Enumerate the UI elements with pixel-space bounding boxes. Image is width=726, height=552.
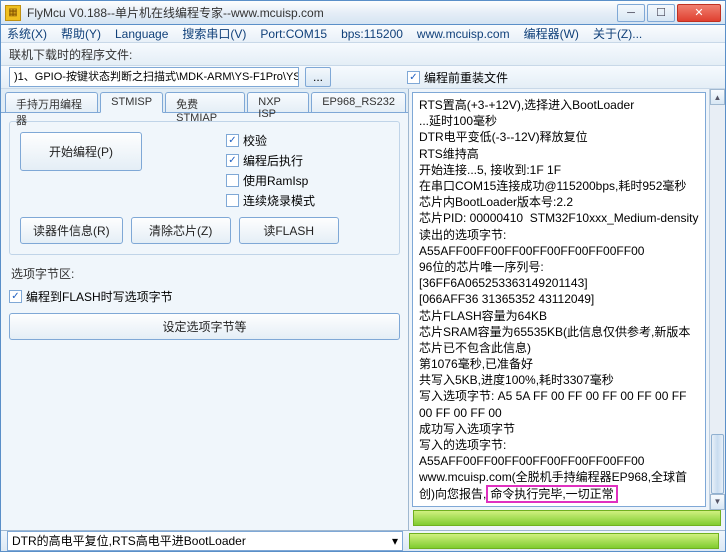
menu-system[interactable]: 系统(X): [7, 25, 47, 42]
verify-label: 校验: [243, 132, 267, 149]
option-bytes-label: 选项字节区:: [11, 265, 398, 282]
scroll-up-button[interactable]: ▲: [710, 89, 725, 105]
progress-bar: [413, 510, 721, 526]
right-pane: RTS置高(+3-+12V),选择进入BootLoader ...延时100毫秒…: [409, 89, 725, 530]
scroll-track[interactable]: [710, 105, 725, 494]
verify-checkbox[interactable]: ✓: [226, 134, 239, 147]
menu-programmer[interactable]: 编程器(W): [524, 25, 579, 42]
log-scrollbar[interactable]: ▲ ▼: [709, 89, 725, 510]
file-path-field[interactable]: )1、GPIO-按键状态判断之扫描式\MDK-ARM\YS-F1Pro\YS-F…: [9, 67, 299, 87]
reset-mode-combo[interactable]: DTR的高电平复位,RTS高电平进BootLoader ▾: [7, 531, 403, 551]
log-output[interactable]: RTS置高(+3-+12V),选择进入BootLoader ...延时100毫秒…: [412, 92, 706, 507]
combo-value: DTR的高电平复位,RTS高电平进BootLoader: [12, 532, 246, 549]
write-option-label: 编程到FLASH时写选项字节: [26, 288, 173, 305]
minimize-button[interactable]: ─: [617, 4, 645, 22]
menu-site[interactable]: www.mcuisp.com: [417, 27, 510, 41]
menubar: 系统(X) 帮助(Y) Language 搜索串口(V) Port:COM15 …: [1, 25, 725, 43]
read-flash-button[interactable]: 读FLASH: [239, 217, 339, 244]
titlebar: ▦ FlyMcu V0.188--单片机在线编程专家--www.mcuisp.c…: [1, 1, 725, 25]
run-after-checkbox[interactable]: ✓: [226, 154, 239, 167]
chevron-down-icon: ▾: [392, 534, 398, 548]
ramisp-label: 使用RamIsp: [243, 172, 308, 189]
erase-button[interactable]: 清除芯片(Z): [131, 217, 231, 244]
menu-search-port[interactable]: 搜索串口(V): [182, 25, 246, 42]
scroll-thumb[interactable]: [711, 434, 724, 494]
tab-nxp[interactable]: NXP ISP: [247, 92, 309, 112]
menu-port[interactable]: Port:COM15: [260, 27, 327, 41]
browse-button[interactable]: ...: [305, 67, 331, 87]
set-option-button[interactable]: 设定选项字节等: [9, 313, 400, 340]
start-program-button[interactable]: 开始编程(P): [20, 132, 142, 171]
ramisp-checkbox[interactable]: [226, 174, 239, 187]
log-highlight: 命令执行完毕,一切正常: [486, 485, 617, 503]
scroll-down-button[interactable]: ▼: [710, 494, 725, 510]
continuous-checkbox[interactable]: [226, 194, 239, 207]
run-after-label: 编程后执行: [243, 152, 303, 169]
content: 手持万用编程器 STMISP 免费STMIAP NXP ISP EP968_RS…: [1, 89, 725, 530]
bottom-bar: DTR的高电平复位,RTS高电平进BootLoader ▾: [1, 530, 725, 551]
menu-bps[interactable]: bps:115200: [341, 27, 403, 41]
tabs: 手持万用编程器 STMISP 免费STMIAP NXP ISP EP968_RS…: [1, 89, 408, 113]
left-pane: 手持万用编程器 STMISP 免费STMIAP NXP ISP EP968_RS…: [1, 89, 409, 530]
tab-handheld[interactable]: 手持万用编程器: [5, 92, 98, 112]
app-icon: ▦: [5, 5, 21, 21]
menu-help[interactable]: 帮助(Y): [61, 25, 101, 42]
log-text: RTS置高(+3-+12V),选择进入BootLoader ...延时100毫秒…: [419, 98, 698, 501]
file-label: 联机下载时的程序文件:: [9, 46, 132, 63]
reload-checkbox[interactable]: ✓: [407, 71, 420, 84]
window-title: FlyMcu V0.188--单片机在线编程专家--www.mcuisp.com: [27, 4, 617, 21]
close-button[interactable]: ✕: [677, 4, 721, 22]
bottom-progress: [409, 533, 719, 549]
reload-label: 编程前重装文件: [424, 69, 508, 86]
tab-ep968[interactable]: EP968_RS232: [311, 92, 406, 112]
maximize-button[interactable]: ☐: [647, 4, 675, 22]
file-row: )1、GPIO-按键状态判断之扫描式\MDK-ARM\YS-F1Pro\YS-F…: [1, 66, 725, 89]
tab-stmiap[interactable]: 免费STMIAP: [165, 92, 245, 112]
menu-about[interactable]: 关于(Z)...: [593, 25, 642, 42]
write-option-checkbox[interactable]: ✓: [9, 290, 22, 303]
tab-stmisp[interactable]: STMISP: [100, 92, 163, 113]
program-group: 开始编程(P) ✓ 校验 ✓ 编程后执行 使用RamIsp 连续烧录模式 读器件信息…: [9, 121, 400, 255]
window-buttons: ─ ☐ ✕: [617, 4, 721, 22]
reload-checkbox-row: ✓ 编程前重装文件: [407, 69, 508, 86]
read-info-button[interactable]: 读器件信息(R): [20, 217, 123, 244]
menu-language[interactable]: Language: [115, 27, 168, 41]
file-toolbar: 联机下载时的程序文件:: [1, 43, 725, 66]
continuous-label: 连续烧录模式: [243, 192, 315, 209]
app-window: ▦ FlyMcu V0.188--单片机在线编程专家--www.mcuisp.c…: [0, 0, 726, 552]
tab-body: 开始编程(P) ✓ 校验 ✓ 编程后执行 使用RamIsp 连续烧录模式 读器件信息…: [1, 113, 408, 530]
